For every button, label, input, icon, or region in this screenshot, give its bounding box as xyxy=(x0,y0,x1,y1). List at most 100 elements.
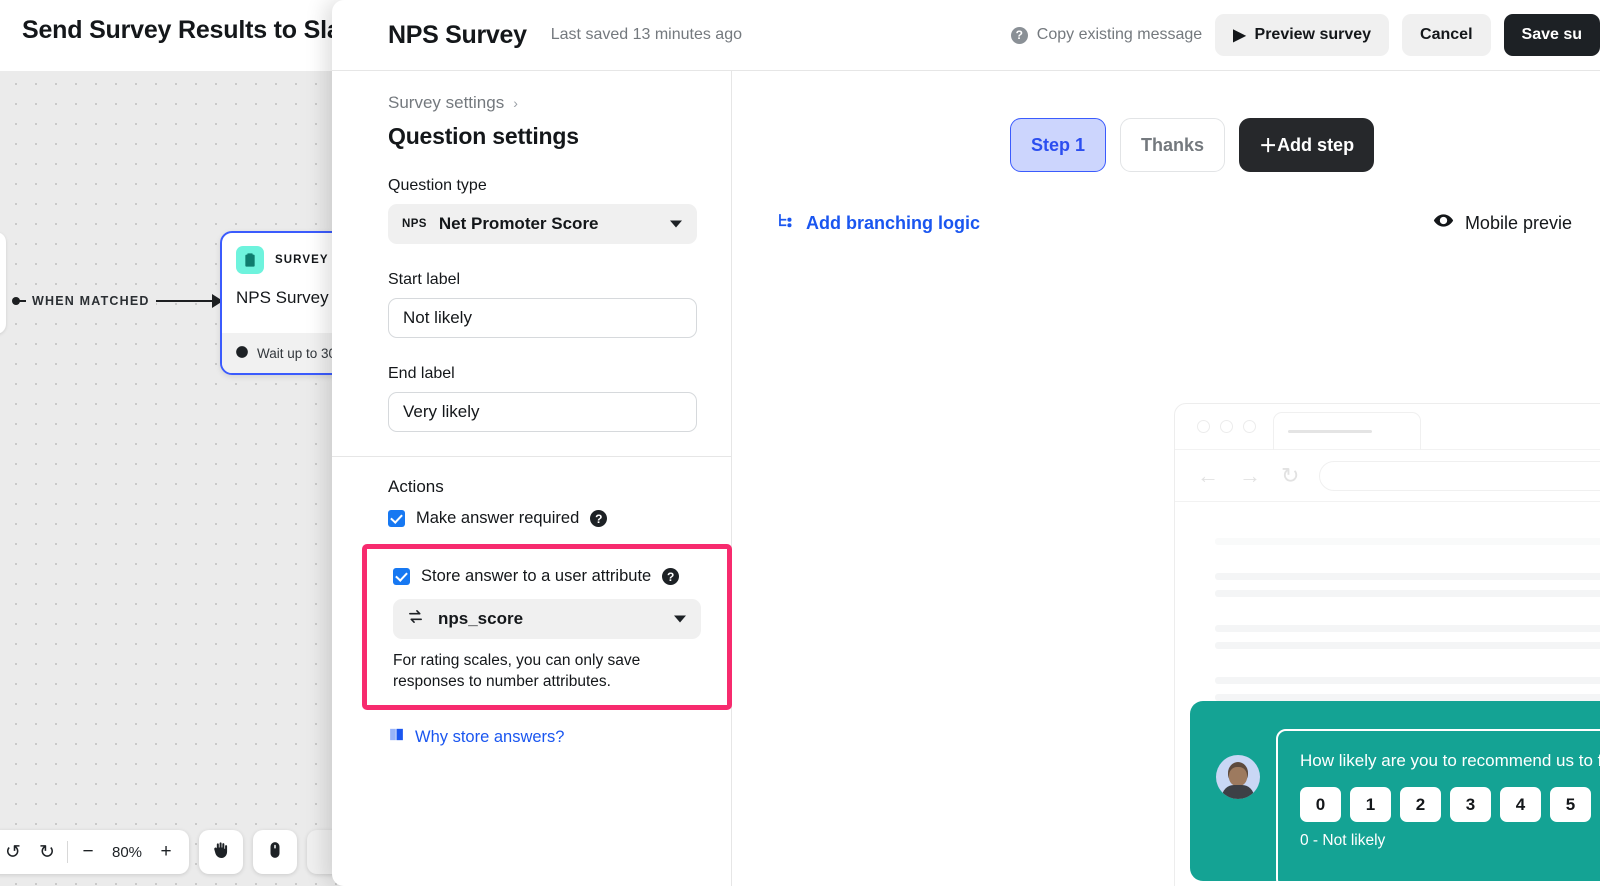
editor-title: NPS Survey xyxy=(388,20,527,49)
browser-url-bar xyxy=(1319,460,1600,491)
swap-icon xyxy=(407,608,424,630)
save-survey-button[interactable]: Save su xyxy=(1503,14,1600,56)
zoom-out-button[interactable]: − xyxy=(71,835,105,869)
toolbar-divider xyxy=(67,841,68,863)
canvas-toolbar-group: ↺ ↻ − 80% + xyxy=(0,830,189,874)
make-answer-required-checkbox[interactable] xyxy=(388,510,405,527)
skeleton-gap xyxy=(1215,607,1600,625)
scale-start-label: 0 - Not likely xyxy=(1300,832,1386,849)
cancel-button[interactable]: Cancel xyxy=(1402,14,1491,56)
settings-divider xyxy=(332,456,731,457)
browser-skeleton-content xyxy=(1175,502,1600,701)
actions-heading: Actions xyxy=(388,477,444,496)
question-frame: How likely are you to recommend us to fa… xyxy=(1276,729,1600,886)
score-button[interactable]: 4 xyxy=(1500,787,1541,822)
forward-arrow-icon: → xyxy=(1239,462,1261,488)
avatar xyxy=(1216,755,1260,799)
copy-existing-message-button[interactable]: ? Copy existing message xyxy=(1010,26,1203,44)
node-footer-text: Wait up to 30 xyxy=(257,345,337,361)
nps-scale-labels: 0 - Not likely 10 - Very likely xyxy=(1300,832,1600,850)
help-icon: ? xyxy=(1010,26,1028,44)
score-button[interactable]: 3 xyxy=(1450,787,1491,822)
preview-toolbar: Add branching logic Mobile previe xyxy=(776,172,1572,236)
chevron-down-icon xyxy=(674,615,686,623)
redo-icon[interactable]: ↻ xyxy=(30,835,64,869)
score-button[interactable]: 2 xyxy=(1400,787,1441,822)
editor-header: NPS Survey Last saved 13 minutes ago ? C… xyxy=(332,0,1600,71)
editor-body: Survey settings › Question settings Ques… xyxy=(332,71,1600,886)
tab-thanks[interactable]: Thanks xyxy=(1120,118,1226,172)
store-answer-label: Store answer to a user attribute xyxy=(421,567,652,585)
canvas-stub-card xyxy=(0,232,6,334)
node-kind-label: SURVEY xyxy=(275,254,329,266)
hand-tool-button[interactable] xyxy=(199,830,243,874)
back-arrow-icon: ← xyxy=(1197,462,1219,488)
store-answer-checkbox[interactable] xyxy=(393,568,410,585)
question-type-label: Question type xyxy=(388,177,487,194)
make-answer-required-row[interactable]: Make answer required ? xyxy=(388,509,697,528)
user-attribute-value: nps_score xyxy=(438,609,524,628)
nps-score-row: 0 1 2 3 4 5 6 7 8 9 10 xyxy=(1300,787,1600,822)
add-step-button[interactable]: ＋ Add step xyxy=(1239,118,1375,172)
breadcrumb-survey-settings[interactable]: Survey settings › xyxy=(388,93,697,113)
skeleton-line xyxy=(1215,694,1600,701)
browser-tab xyxy=(1273,412,1421,450)
branch-icon xyxy=(776,211,795,235)
cancel-label: Cancel xyxy=(1420,26,1473,43)
make-answer-required-label: Make answer required xyxy=(416,509,580,527)
avatar-face xyxy=(1229,767,1247,786)
book-icon xyxy=(388,726,405,748)
nps-tag: NPS xyxy=(402,218,427,230)
skeleton-line xyxy=(1215,642,1600,649)
start-label-input[interactable]: Not likely xyxy=(388,298,697,338)
browser-tabbar xyxy=(1175,404,1600,450)
tab-step-1[interactable]: Step 1 xyxy=(1010,118,1107,172)
add-step-label: Add step xyxy=(1277,134,1355,155)
preview-survey-label: Preview survey xyxy=(1254,26,1372,43)
hand-icon xyxy=(211,840,231,865)
help-icon[interactable]: ? xyxy=(662,568,680,585)
skeleton-line xyxy=(1215,573,1600,580)
breadcrumb-label: Survey settings xyxy=(388,93,505,112)
last-saved-label: Last saved 13 minutes ago xyxy=(550,26,742,43)
zoom-level-label[interactable]: 80% xyxy=(105,844,149,861)
chevron-right-icon: › xyxy=(513,95,518,111)
why-store-answers-link[interactable]: Why store answers? xyxy=(388,726,564,748)
skeleton-line xyxy=(1215,677,1600,684)
score-button[interactable]: 0 xyxy=(1300,787,1341,822)
skeleton-line xyxy=(1215,625,1600,632)
zoom-in-button[interactable]: + xyxy=(149,835,183,869)
score-button[interactable]: 1 xyxy=(1350,787,1391,822)
pointer-tool-button[interactable] xyxy=(253,830,297,874)
store-answer-row[interactable]: Store answer to a user attribute ? xyxy=(393,567,701,586)
copy-existing-label: Copy existing message xyxy=(1036,26,1203,43)
window-controls xyxy=(1197,420,1256,433)
browser-navbar: ← → ↻ xyxy=(1175,450,1600,502)
end-label-input[interactable]: Very likely xyxy=(388,392,697,432)
undo-icon[interactable]: ↺ xyxy=(0,835,30,869)
mouse-icon xyxy=(266,840,284,865)
help-icon[interactable]: ? xyxy=(590,510,608,527)
survey-question-text[interactable]: How likely are you to recommend us to fa… xyxy=(1300,751,1600,771)
mobile-preview-toggle[interactable]: Mobile previe xyxy=(1433,210,1572,236)
why-store-answers-label: Why store answers? xyxy=(415,727,565,746)
survey-preview-column: Step 1 Thanks ＋ Add step Add branching l… xyxy=(732,71,1600,886)
preview-survey-button[interactable]: ▶ Preview survey xyxy=(1215,14,1390,56)
store-answer-highlight: Store answer to a user attribute ? nps_s… xyxy=(362,544,732,710)
survey-editor-panel: NPS Survey Last saved 13 minutes ago ? C… xyxy=(332,0,1600,886)
app-root: Send Survey Results to Sla WHEN MATCHED … xyxy=(0,0,1600,886)
steps-row: Step 1 Thanks ＋ Add step xyxy=(732,71,1600,172)
score-button[interactable]: 5 xyxy=(1550,787,1591,822)
maximize-dot-icon xyxy=(1243,420,1256,433)
end-label-label: End label xyxy=(388,365,455,382)
play-icon: ▶ xyxy=(1233,27,1246,44)
avatar-body xyxy=(1222,785,1254,799)
mobile-preview-label: Mobile previe xyxy=(1464,212,1572,233)
clipboard-icon xyxy=(236,246,264,274)
reload-icon: ↻ xyxy=(1281,462,1300,488)
user-attribute-select[interactable]: nps_score xyxy=(393,599,701,639)
question-type-select[interactable]: NPS Net Promoter Score xyxy=(388,204,697,244)
tab-placeholder-line xyxy=(1288,430,1372,433)
add-branching-logic-button[interactable]: Add branching logic xyxy=(776,211,980,235)
clock-icon xyxy=(235,345,249,362)
